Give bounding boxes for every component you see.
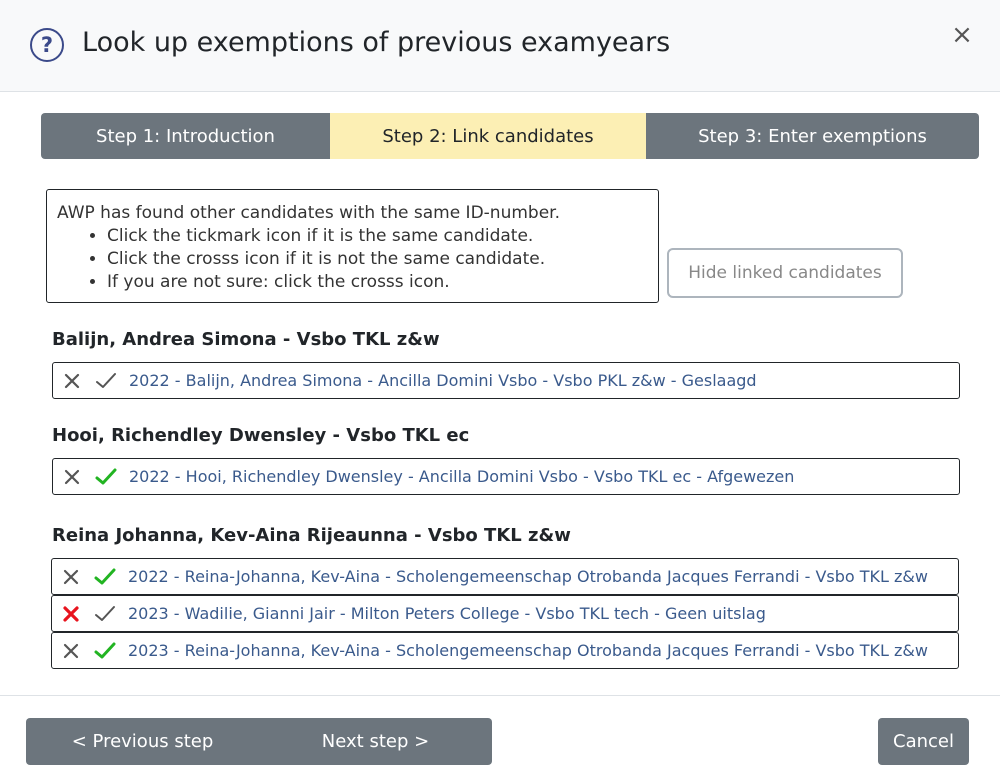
candidate-header: Balijn, Andrea Simona - Vsbo TKL z&w [52, 329, 440, 350]
cross-icon[interactable] [60, 603, 82, 625]
link-text: 2023 - Reina-Johanna, Kev-Aina - Scholen… [128, 641, 928, 660]
link-row: 2022 - Hooi, Richendley Dwensley - Ancil… [52, 458, 960, 495]
info-bullet: Click the crosss icon if it is not the s… [107, 248, 648, 271]
link-text: 2022 - Reina-Johanna, Kev-Aina - Scholen… [128, 567, 928, 586]
link-row: 2022 - Balijn, Andrea Simona - Ancilla D… [52, 362, 960, 399]
cross-icon[interactable] [60, 566, 82, 588]
exemptions-modal: ? Look up exemptions of previous examyea… [0, 0, 1000, 784]
info-bullet: If you are not sure: click the crosss ic… [107, 271, 648, 294]
info-bullet: Click the tickmark icon if it is the sam… [107, 225, 648, 248]
link-text: 2023 - Wadilie, Gianni Jair - Milton Pet… [128, 604, 766, 623]
hide-linked-candidates-button[interactable]: Hide linked candidates [667, 248, 903, 298]
link-text: 2022 - Hooi, Richendley Dwensley - Ancil… [129, 467, 795, 486]
next-step-button[interactable]: Next step > [259, 718, 492, 765]
previous-step-button[interactable]: < Previous step [26, 718, 259, 765]
tab-step-2[interactable]: Step 2: Link candidates [330, 113, 646, 159]
cross-icon[interactable] [60, 640, 82, 662]
info-box: AWP has found other candidates with the … [46, 189, 659, 303]
tab-step-3[interactable]: Step 3: Enter exemptions [646, 113, 979, 159]
modal-footer: < Previous step Next step > Cancel [0, 695, 1000, 784]
cross-icon[interactable] [61, 370, 83, 392]
candidate-header: Hooi, Richendley Dwensley - Vsbo TKL ec [52, 425, 470, 446]
check-icon[interactable] [95, 370, 117, 392]
check-icon[interactable] [95, 466, 117, 488]
link-row: 2022 - Reina-Johanna, Kev-Aina - Scholen… [51, 558, 959, 595]
info-bullets: Click the tickmark icon if it is the sam… [57, 225, 648, 294]
info-intro: AWP has found other candidates with the … [57, 203, 560, 223]
check-icon[interactable] [94, 566, 116, 588]
check-icon[interactable] [94, 603, 116, 625]
link-row: 2023 - Wadilie, Gianni Jair - Milton Pet… [51, 595, 959, 632]
candidate-header: Reina Johanna, Kev-Aina Rijeaunna - Vsbo… [52, 525, 571, 546]
close-icon[interactable]: × [948, 20, 976, 50]
cross-icon[interactable] [61, 466, 83, 488]
question-icon: ? [30, 28, 64, 62]
link-row: 2023 - Reina-Johanna, Kev-Aina - Scholen… [51, 632, 959, 669]
modal-title: Look up exemptions of previous examyears [82, 27, 671, 58]
step-tabs: Step 1: Introduction Step 2: Link candid… [41, 113, 979, 159]
check-icon[interactable] [94, 640, 116, 662]
step-navigation: < Previous step Next step > [26, 718, 492, 765]
modal-header: ? Look up exemptions of previous examyea… [0, 0, 1000, 92]
tab-step-1[interactable]: Step 1: Introduction [41, 113, 330, 159]
cancel-button[interactable]: Cancel [878, 718, 969, 765]
link-text: 2022 - Balijn, Andrea Simona - Ancilla D… [129, 371, 757, 390]
